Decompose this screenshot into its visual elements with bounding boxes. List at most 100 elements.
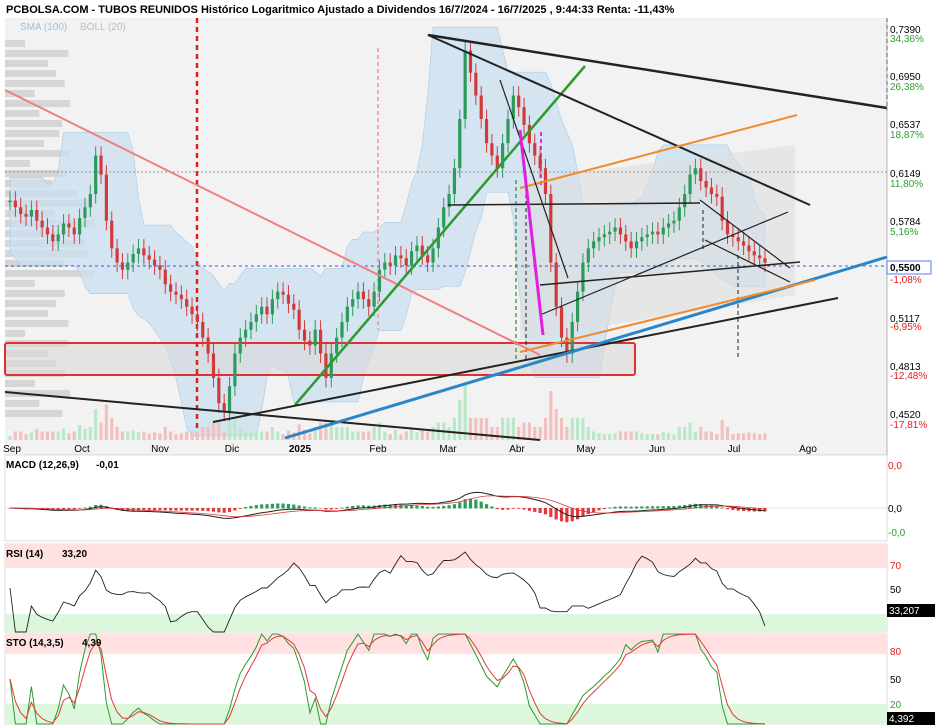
candle-body (538, 155, 542, 169)
candle-body (56, 234, 60, 242)
x-tick-label: 2025 (289, 444, 312, 455)
macd-histogram-bar (538, 508, 542, 514)
candle-body (758, 255, 762, 259)
macd-histogram-bar (484, 504, 489, 509)
candle-body (640, 237, 644, 242)
candle-body (67, 223, 71, 228)
macd-histogram-bar (608, 507, 612, 509)
volume-bar (608, 434, 612, 440)
macd-histogram-bar (217, 508, 221, 513)
macd-histogram-bar (265, 504, 269, 509)
volume-bar (56, 431, 60, 440)
candle-body (61, 223, 66, 235)
current-price-label: 0,5500 (890, 263, 921, 274)
candle-body (13, 200, 17, 208)
candle-body (99, 155, 103, 175)
volume-bar (88, 427, 92, 440)
candle-body (586, 248, 590, 263)
macd-histogram-bar (725, 508, 730, 510)
sto-overbought-zone (5, 634, 887, 654)
candle-body (431, 248, 435, 263)
volume-bar (667, 433, 671, 440)
candle-body (463, 50, 467, 119)
candle-body (115, 248, 119, 263)
candle-body (29, 209, 34, 217)
volume-profile-bar (5, 50, 69, 57)
candle-body (249, 321, 253, 330)
candle-body (683, 194, 687, 208)
macd-histogram-bar (645, 506, 649, 509)
volume-bar (618, 431, 623, 440)
macd-histogram-bar (592, 508, 596, 513)
volume-bar (661, 431, 665, 440)
candle-body (699, 168, 703, 182)
candle-body (661, 227, 665, 235)
volume-bar (474, 418, 478, 440)
volume-bar (672, 434, 676, 440)
volume-bar (244, 431, 248, 440)
macd-histogram-bar (313, 507, 317, 509)
candle-body (672, 220, 676, 224)
candle-body (570, 321, 574, 354)
candle-body (677, 207, 681, 221)
macd-histogram-bar (351, 505, 355, 509)
macd-histogram-bar (479, 501, 483, 509)
volume-bar (345, 427, 349, 440)
macd-panel-bg (4, 454, 888, 542)
macd-histogram-bar (152, 508, 157, 511)
macd-histogram-bar (163, 508, 167, 511)
candle-body (618, 227, 623, 235)
candle-body (318, 329, 323, 354)
candle-body (602, 234, 606, 238)
macd-histogram-bar (447, 505, 451, 509)
macd-histogram-bar (318, 508, 323, 509)
macd-histogram-bar (185, 508, 189, 511)
volume-bar (115, 427, 119, 440)
candle-body (629, 241, 633, 249)
candle-body (72, 227, 76, 235)
volume-bar (393, 429, 398, 440)
macd-histogram-bar (667, 506, 671, 509)
candle-body (613, 227, 617, 232)
volume-bar (211, 422, 216, 440)
x-tick-label: Sep (3, 444, 21, 455)
volume-bar (276, 431, 280, 440)
macd-histogram-bar (415, 505, 419, 509)
candle-body (506, 118, 510, 144)
volume-bar (35, 428, 39, 440)
volume-profile-bar (5, 330, 26, 337)
volume-bar (163, 427, 167, 440)
volume-bar (699, 427, 703, 440)
candle-body (650, 231, 655, 235)
candle-body (40, 220, 44, 228)
macd-tick-mid: 0,0 (888, 504, 902, 515)
macd-histogram-bar (624, 506, 628, 509)
macd-histogram-bar (543, 508, 548, 515)
macd-histogram-bar (302, 506, 307, 509)
candle-body (592, 241, 596, 249)
candle-body (265, 306, 269, 315)
macd-histogram-bar (410, 505, 414, 509)
candle-body (458, 118, 462, 169)
candle-body (270, 299, 274, 315)
candle-body (452, 168, 457, 195)
volume-bar (570, 418, 574, 440)
volume-bar (169, 431, 173, 440)
macd-histogram-bar (238, 508, 242, 509)
macd-histogram-bar (233, 508, 237, 511)
candle-body (474, 72, 478, 96)
volume-bar (179, 433, 183, 440)
volume-bar (495, 427, 499, 440)
candle-body (597, 237, 601, 242)
sto-tick-80: 80 (890, 647, 902, 658)
volume-bar (104, 404, 108, 440)
candle-body (276, 291, 280, 300)
volume-bar (67, 433, 71, 440)
macd-histogram-bar (270, 503, 274, 509)
volume-bar (29, 431, 34, 440)
candle-body (736, 237, 740, 242)
macd-histogram-bar (490, 506, 494, 509)
candle-body (356, 291, 360, 300)
candle-body (415, 245, 419, 252)
y-tick-pct: 11,80% (890, 179, 923, 190)
